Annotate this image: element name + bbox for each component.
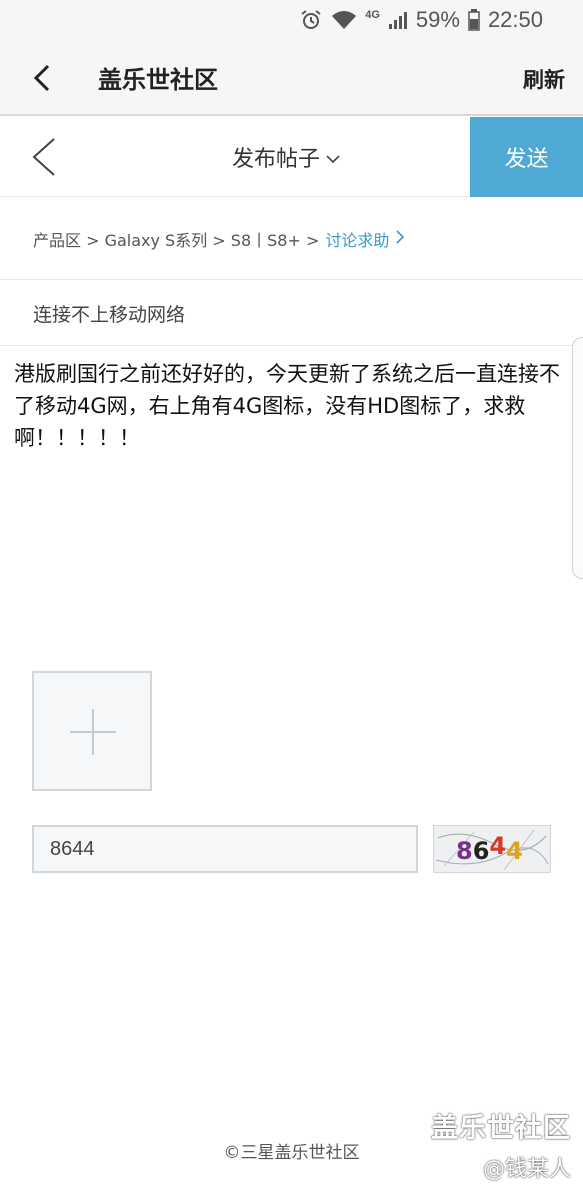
captcha-input[interactable]: 8644 [32,825,418,873]
chevron-down-icon [326,145,340,170]
app-title: 盖乐世社区 [98,66,218,94]
breadcrumb-current-link[interactable]: 讨论求助 [325,227,405,251]
battery-percent: 59% [415,7,460,32]
breadcrumb-current-label: 讨论求助 [325,230,390,250]
status-bar: 4G 59% 22:50 [0,0,583,40]
alarm-icon [299,8,323,32]
subject-field[interactable]: 连接不上移动网络 [0,281,583,346]
plus-icon [70,709,116,755]
watermark-line1: 盖乐世社区 [431,1113,571,1144]
network-type-label: 4G [365,9,380,21]
refresh-button[interactable]: 刷新 [523,64,565,94]
breadcrumb-path: 产品区 > Galaxy S系列 > S8丨S8+ > [33,230,320,250]
wifi-icon [331,9,357,31]
watermark: 盖乐世社区 @钱某人 [431,1106,571,1183]
breadcrumb: 产品区 > Galaxy S系列 > S8丨S8+ > 讨论求助 [0,198,583,280]
back-chevron-icon[interactable] [24,135,64,179]
post-type-dropdown[interactable]: 发布帖子 [232,141,340,173]
post-header: 发布帖子 发送 [0,117,583,197]
app-bar: 盖乐世社区 刷新 [0,40,583,116]
add-image-button[interactable] [32,671,152,791]
post-body-textarea[interactable]: 港版刷国行之前还好好的，今天更新了系统之后一直连接不了移动4G网，右上角有4G图… [14,358,566,454]
send-button[interactable]: 发送 [470,117,583,197]
signal-icon [388,10,408,30]
clock: 22:50 [487,7,543,32]
captcha-image[interactable]: 8644 [433,825,551,873]
battery-icon [468,9,480,31]
post-type-label: 发布帖子 [232,147,321,172]
back-arrow-icon[interactable] [28,62,60,94]
chevron-right-icon [395,229,405,249]
watermark-line2: @钱某人 [482,1157,571,1182]
edge-panel-handle[interactable] [572,337,583,579]
subject-text: 连接不上移动网络 [33,303,186,326]
